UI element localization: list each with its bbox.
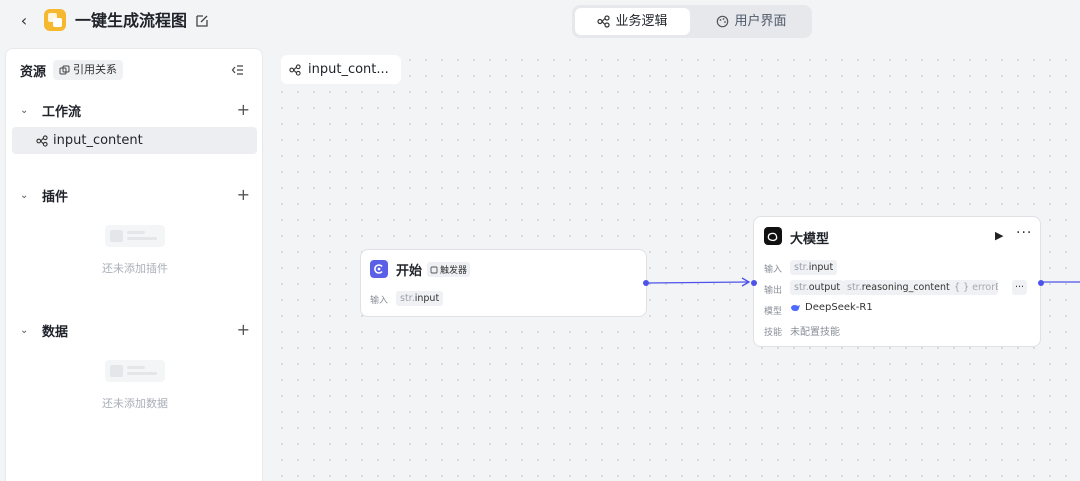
model-label: 模型 [764, 307, 783, 317]
input-label: 输入 [764, 265, 783, 275]
start-node[interactable]: 开始 触发器 输入 str.input [360, 249, 649, 317]
output-param-chip: str.reasoning_content [843, 280, 954, 295]
output-label: 输出 [764, 286, 783, 296]
input-param-chip: str.input [396, 291, 444, 306]
output-port[interactable] [643, 280, 649, 286]
llm-node[interactable]: 大模型 ▶ ··· 输入 str.input 输出 str.output str… [751, 216, 1044, 347]
output-param-chip: str.output [790, 280, 845, 295]
trigger-icon [430, 266, 438, 273]
param-name: output [808, 282, 841, 293]
skill-label: 技能 [764, 328, 783, 338]
output-port[interactable] [1038, 280, 1044, 286]
param-name: reasoning_content [861, 282, 950, 293]
model-name: DeepSeek-R1 [805, 302, 873, 313]
param-name: input [414, 293, 440, 304]
input-param-chip: str.input [790, 260, 838, 275]
node-title: 开始 [396, 264, 423, 279]
edge-start-to-llm [646, 281, 749, 284]
input-label: 输入 [370, 296, 389, 306]
output-param-chip: { } errorB [950, 280, 998, 295]
start-icon [370, 260, 388, 278]
trigger-badge: 触发器 [427, 262, 471, 277]
deepseek-icon [791, 304, 800, 312]
more-outputs-icon[interactable]: ··· [1012, 280, 1027, 295]
input-port[interactable] [751, 280, 757, 286]
run-icon[interactable]: ▶ [995, 229, 1003, 242]
param-name: errorB [972, 282, 998, 293]
type-label: str. [400, 293, 415, 304]
param-name: input [808, 262, 834, 273]
llm-icon [764, 227, 782, 245]
more-icon[interactable]: ··· [1016, 225, 1032, 241]
skill-value: 未配置技能 [790, 327, 840, 338]
trigger-label: 触发器 [440, 266, 468, 276]
type-label: str. [794, 282, 809, 293]
type-label: { } [954, 282, 970, 293]
type-label: str. [847, 282, 862, 293]
node-title: 大模型 [790, 232, 830, 247]
type-label: str. [794, 262, 809, 273]
